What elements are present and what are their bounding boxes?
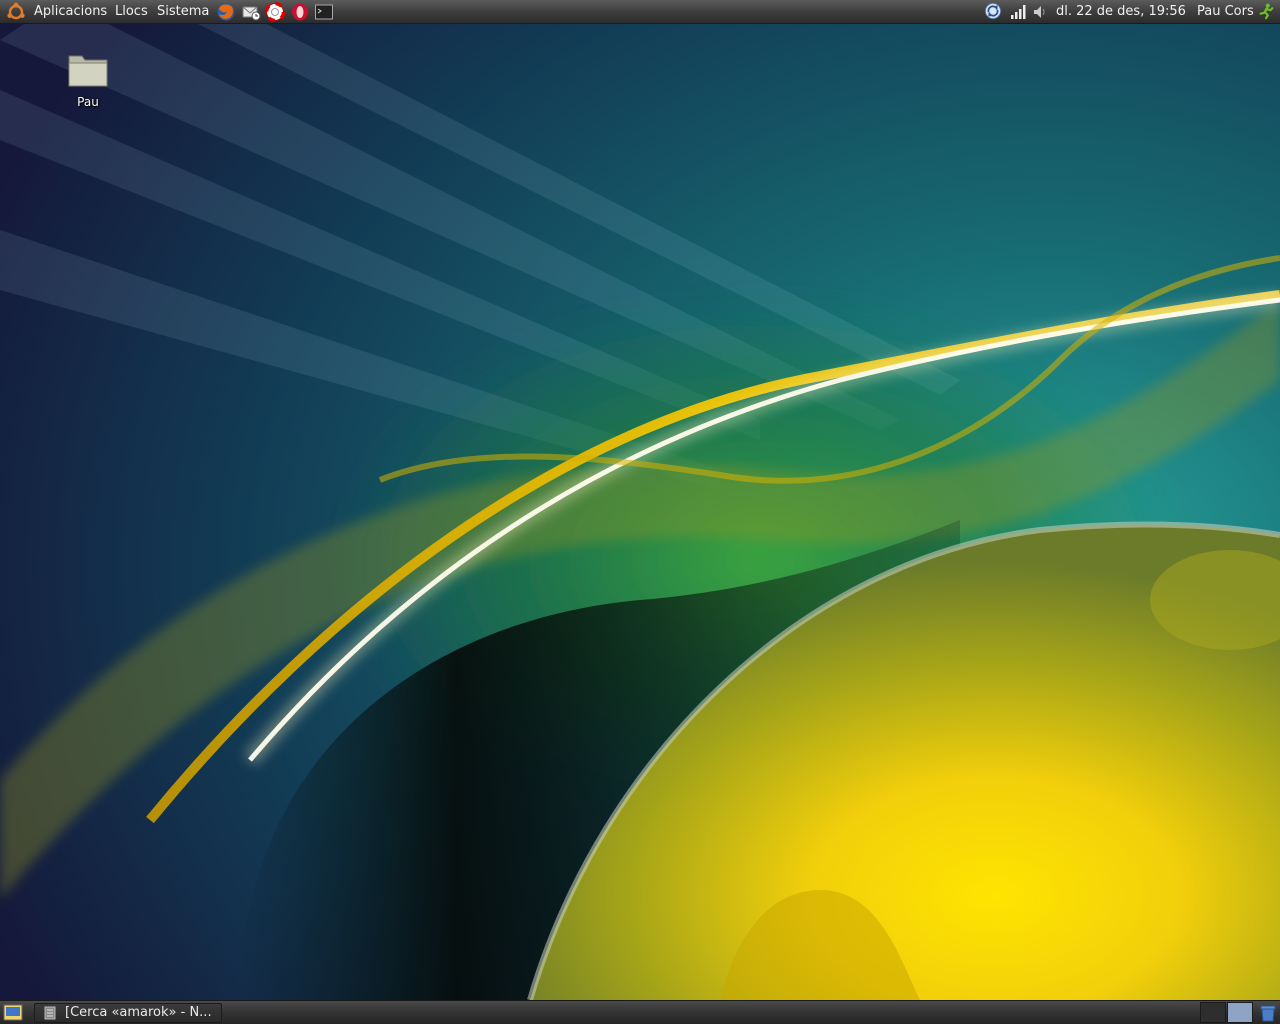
opera-icon[interactable] (290, 2, 310, 22)
quit-icon[interactable] (1256, 2, 1276, 20)
taskbar-window-label: [Cerca «amarok» - N... (65, 1005, 212, 1020)
volume-icon[interactable] (1032, 3, 1050, 21)
desktop-icon-label: Pau (77, 95, 99, 109)
menu-sistema[interactable]: Sistema (157, 3, 209, 21)
desktop-icon-pau[interactable]: Pau (58, 48, 118, 114)
mail-icon[interactable] (241, 2, 261, 22)
user-name[interactable]: Pau Cors (1197, 3, 1254, 21)
show-desktop-icon[interactable] (3, 1004, 23, 1021)
workspace-2[interactable] (1227, 1002, 1253, 1023)
terminal-icon[interactable] (314, 2, 334, 22)
desktop-wallpaper (0, 0, 1280, 1024)
help-icon[interactable] (265, 2, 285, 22)
menu-llocs[interactable]: Llocs (115, 3, 148, 21)
ubuntu-logo-icon[interactable] (5, 2, 27, 22)
firefox-icon[interactable] (216, 2, 236, 22)
update-notifier-icon[interactable] (983, 2, 1003, 20)
bottom-panel: [Cerca «amarok» - N... (0, 1000, 1280, 1024)
clock[interactable]: dl. 22 de des, 19:56 (1056, 3, 1186, 21)
taskbar-window-button[interactable]: [Cerca «amarok» - N... (34, 1003, 222, 1023)
folder-icon (68, 55, 108, 87)
workspace-1[interactable] (1200, 1002, 1226, 1023)
trash-icon[interactable] (1258, 1003, 1278, 1023)
window-icon (44, 1006, 56, 1020)
top-panel: Aplicacions Llocs Sistema dl. 22 de des,… (0, 0, 1280, 24)
menu-aplicacions[interactable]: Aplicacions (34, 3, 107, 21)
network-signal-icon[interactable] (1009, 3, 1027, 21)
